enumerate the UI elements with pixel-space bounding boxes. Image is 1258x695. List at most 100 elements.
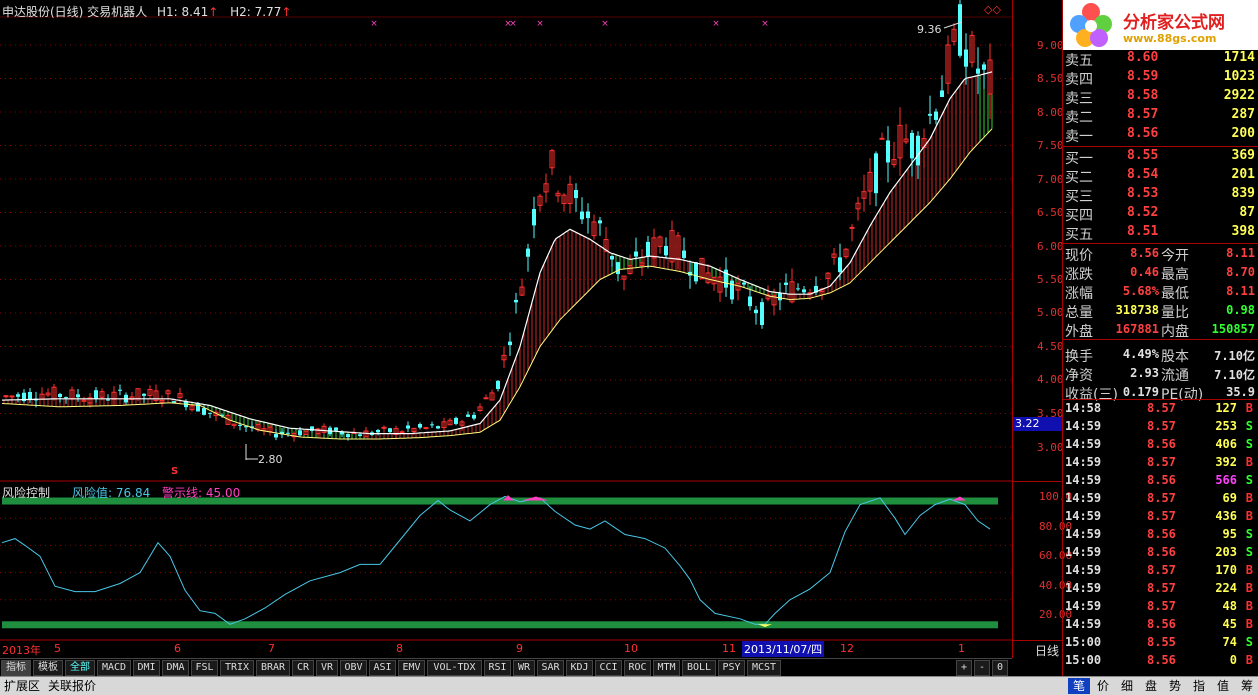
- chart-area[interactable]: × × × × × × × 申达股份(日线) 交易机器人 H1: 8.41↑ H2: 7.7…: [0, 0, 1012, 658]
- candle-body: [742, 282, 746, 285]
- tick-row: 15:00 8.56 0 B: [1063, 653, 1258, 671]
- chart-menu-icon[interactable]: ◇◇: [984, 3, 1001, 16]
- tab-roc[interactable]: ROC: [624, 660, 651, 676]
- tick-time: 14:59: [1065, 509, 1102, 523]
- level-volume: 2922: [1223, 88, 1255, 103]
- buy-level: 买三 8.53 839: [1063, 186, 1258, 205]
- panel-tab[interactable]: 细: [1116, 678, 1138, 694]
- axis-tick: 5.00: [1037, 306, 1064, 319]
- tab-模板[interactable]: 模板: [33, 660, 63, 676]
- panel-tab[interactable]: 指: [1188, 678, 1210, 694]
- signal-marker: ×: [601, 19, 609, 29]
- tab-dmi[interactable]: DMI: [133, 660, 160, 676]
- tab-dma[interactable]: DMA: [162, 660, 189, 676]
- stat-label: 外盘: [1065, 324, 1093, 340]
- candle-body: [496, 380, 500, 389]
- h1-arrow-icon: ↑: [208, 5, 219, 19]
- tick-volume: 436: [1215, 509, 1237, 523]
- expand-area-tab[interactable]: 扩展区: [4, 678, 40, 694]
- tab-vol-tdx[interactable]: VOL-TDX: [427, 660, 482, 676]
- related-quote-tab[interactable]: 关联报价: [48, 678, 96, 694]
- tab-rsi[interactable]: RSI: [484, 660, 511, 676]
- tick-row: 14:58 8.57 127 B: [1063, 401, 1258, 419]
- candle-body: [454, 417, 458, 424]
- tab-macd[interactable]: MACD: [97, 660, 131, 676]
- stat-row: 现价 8.56 今开 8.11: [1063, 245, 1258, 264]
- tab-asi[interactable]: ASI: [369, 660, 396, 676]
- tab-sar[interactable]: SAR: [537, 660, 564, 676]
- tick-price: 8.57: [1147, 581, 1176, 595]
- tab-trix[interactable]: TRIX: [220, 660, 254, 676]
- tab-fsl[interactable]: FSL: [191, 660, 218, 676]
- x-axis-month: 11: [722, 642, 736, 655]
- zoom-in-button[interactable]: +: [956, 660, 972, 676]
- tick-side: B: [1245, 491, 1253, 505]
- panel-tab[interactable]: 筹: [1236, 678, 1258, 694]
- candle-body: [16, 394, 20, 397]
- stat-value: 4.49%: [1122, 347, 1159, 361]
- tab-全部[interactable]: 全部: [65, 660, 95, 676]
- panel-tab[interactable]: 值: [1212, 678, 1234, 694]
- candle-body: [3, 395, 9, 398]
- tick-time: 14:59: [1065, 491, 1102, 505]
- candle-body: [418, 424, 422, 428]
- tab-mcst[interactable]: MCST: [747, 660, 781, 676]
- logo-title: 分析家公式网: [1123, 13, 1225, 33]
- tab-psy[interactable]: PSY: [718, 660, 745, 676]
- flower-logo-icon: [1070, 3, 1112, 47]
- candle-body: [934, 111, 938, 120]
- stat-label: 内盘: [1161, 324, 1189, 340]
- panel-tab[interactable]: 笔: [1068, 678, 1090, 694]
- period-label[interactable]: 日线: [1035, 642, 1059, 659]
- tab-cci[interactable]: CCI: [595, 660, 622, 676]
- tab-cr[interactable]: CR: [292, 660, 314, 676]
- tab-mtm[interactable]: MTM: [653, 660, 680, 676]
- candle-body: [406, 425, 410, 429]
- candle-body: [982, 64, 986, 70]
- tick-price: 8.57: [1147, 419, 1176, 433]
- candle-body: [748, 296, 752, 307]
- axis-tick: 7.50: [1037, 139, 1064, 152]
- level-label: 卖三: [1065, 91, 1093, 107]
- h2-arrow-icon: ↑: [281, 5, 292, 19]
- candle-body: [664, 245, 668, 256]
- tick-price: 8.56: [1147, 473, 1176, 487]
- panel-tab[interactable]: 势: [1164, 678, 1186, 694]
- tab-obv[interactable]: OBV: [340, 660, 367, 676]
- stat-row: 涨幅 5.68% 最低 8.11: [1063, 283, 1258, 302]
- candle-body: [646, 241, 650, 257]
- h1-value: H1: 8.41: [157, 5, 209, 19]
- candle-body: [910, 132, 914, 159]
- tab-vr[interactable]: VR: [316, 660, 338, 676]
- candle-body: [526, 248, 530, 257]
- level-price: 8.51: [1127, 224, 1159, 239]
- tab-boll[interactable]: BOLL: [682, 660, 716, 676]
- tab-brar[interactable]: BRAR: [256, 660, 290, 676]
- kline-chart[interactable]: × ×× × × × ×: [0, 0, 1012, 658]
- tick-price: 8.56: [1147, 653, 1176, 667]
- candle-body: [784, 282, 788, 285]
- panel-tab[interactable]: 价: [1092, 678, 1114, 694]
- divider: [1063, 339, 1258, 340]
- tick-volume: 566: [1215, 473, 1237, 487]
- warn-line-label: 警示线: 45.00: [162, 486, 241, 500]
- x-axis-month: 1: [958, 642, 965, 655]
- reset-button[interactable]: 0: [992, 660, 1008, 676]
- tab-emv[interactable]: EMV: [398, 660, 425, 676]
- axis-divider: [1013, 481, 1063, 482]
- level-volume: 1023: [1223, 69, 1255, 84]
- tab-指标[interactable]: 指标: [1, 660, 31, 676]
- candle-body: [682, 250, 686, 258]
- tick-volume: 69: [1222, 491, 1237, 505]
- tick-volume: 45: [1222, 617, 1237, 631]
- axis-tick: 6.50: [1037, 206, 1064, 219]
- tab-wr[interactable]: WR: [513, 660, 535, 676]
- panel-tab[interactable]: 盘: [1140, 678, 1162, 694]
- x-axis-month: 9: [516, 642, 523, 655]
- level-price: 8.55: [1127, 148, 1159, 163]
- tick-side: B: [1245, 599, 1253, 613]
- stat-value: 2.93: [1130, 366, 1159, 380]
- zoom-out-button[interactable]: -: [974, 660, 990, 676]
- candle-body: [142, 393, 146, 396]
- tab-kdj[interactable]: KDJ: [566, 660, 593, 676]
